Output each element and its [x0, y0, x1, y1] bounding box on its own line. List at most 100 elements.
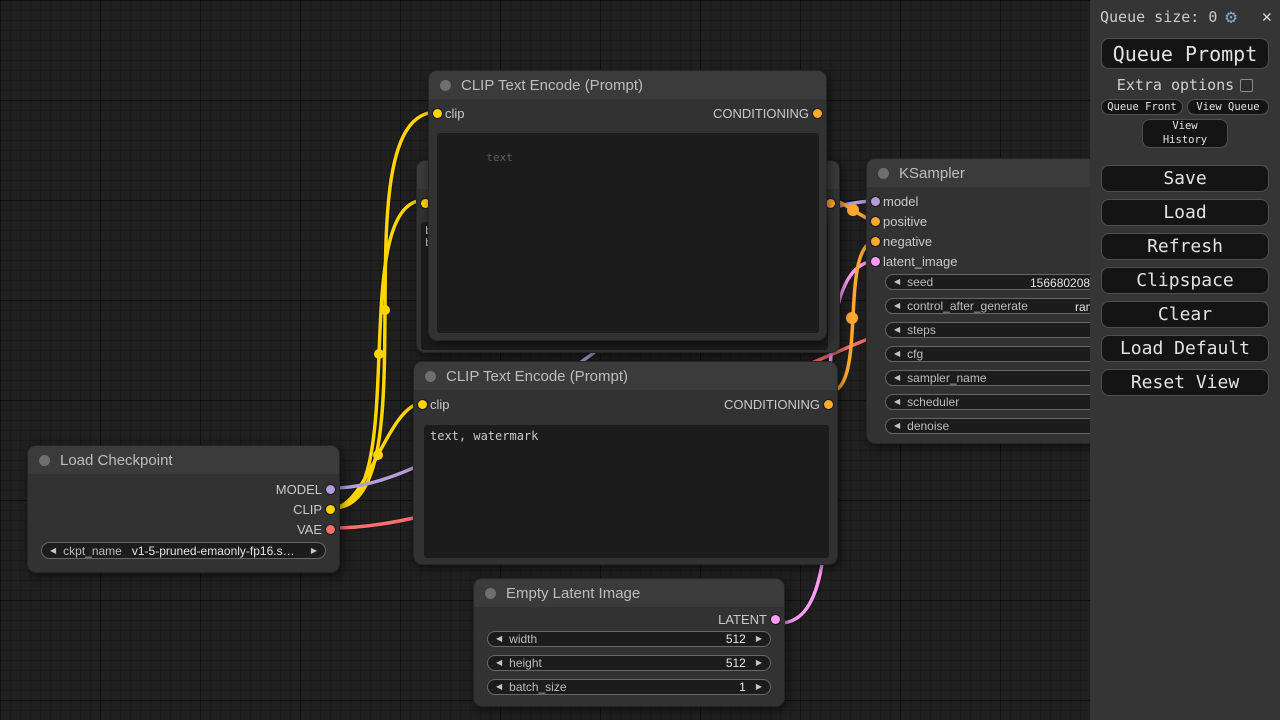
positive-input-port[interactable]	[871, 217, 880, 226]
queue-front-button[interactable]: Queue Front	[1101, 99, 1183, 115]
widget-value: 1566802087	[1030, 276, 1097, 290]
output-label: CONDITIONING	[724, 397, 820, 412]
latent-image-input-port[interactable]	[871, 257, 880, 266]
extra-options-checkbox[interactable]	[1240, 79, 1253, 92]
widget-value: v1-5-pruned-emaonly-fp16.s…	[132, 544, 295, 558]
widget-left-arrow-icon[interactable]: ◀	[496, 635, 502, 643]
input-label: clip	[445, 106, 465, 121]
output-label: MODEL	[276, 482, 322, 497]
wire-midpoint-dot[interactable]	[847, 204, 859, 216]
widget-left-arrow-icon[interactable]: ◀	[496, 659, 502, 667]
node-title: Empty Latent Image	[506, 585, 640, 602]
widget-value: 1	[739, 680, 746, 694]
input-label: model	[883, 194, 918, 209]
queue-prompt-button[interactable]: Queue Prompt	[1101, 38, 1269, 69]
node-title: Load Checkpoint	[60, 452, 173, 469]
clear-button[interactable]: Clear	[1101, 301, 1269, 328]
widget-left-arrow-icon[interactable]: ◀	[894, 302, 900, 310]
load-default-button[interactable]: Load Default	[1101, 335, 1269, 362]
widget-right-arrow-icon[interactable]: ▶	[756, 635, 762, 643]
output-label: VAE	[297, 522, 322, 537]
widget-name: scheduler	[907, 395, 959, 409]
save-button[interactable]: Save	[1101, 165, 1269, 192]
conditioning-output-port[interactable]	[824, 400, 833, 409]
model-output-port[interactable]	[326, 485, 335, 494]
reset-view-button[interactable]: Reset View	[1101, 369, 1269, 396]
close-icon[interactable]: ✕	[1262, 7, 1272, 27]
collapse-dot-icon[interactable]	[425, 371, 436, 382]
load-button[interactable]: Load	[1101, 199, 1269, 226]
height-widget[interactable]: ◀ height 512 ▶	[487, 655, 771, 671]
clipspace-button[interactable]: Clipspace	[1101, 267, 1269, 294]
widget-name: ckpt_name	[63, 544, 122, 558]
collapse-dot-icon[interactable]	[485, 588, 496, 599]
node-title-bar[interactable]: Empty Latent Image	[474, 579, 784, 607]
widget-name: height	[509, 656, 542, 670]
node-title-bar[interactable]: Load Checkpoint	[28, 446, 339, 474]
node-title-bar[interactable]: CLIP Text Encode (Prompt)	[429, 71, 826, 99]
widget-name: control_after_generate	[907, 299, 1028, 313]
widget-name: sampler_name	[907, 371, 986, 385]
queue-size-label: Queue size: 0	[1100, 8, 1217, 26]
clip-output-port[interactable]	[326, 505, 335, 514]
conditioning-output-port[interactable]	[813, 109, 822, 118]
model-input-port[interactable]	[871, 197, 880, 206]
refresh-button[interactable]: Refresh	[1101, 233, 1269, 260]
widget-name: steps	[907, 323, 936, 337]
node-title-bar[interactable]: CLIP Text Encode (Prompt)	[414, 362, 837, 390]
negative-input-port[interactable]	[871, 237, 880, 246]
wire-midpoint-dot[interactable]	[380, 305, 390, 315]
input-label: negative	[883, 234, 932, 249]
wire-midpoint-dot[interactable]	[373, 450, 383, 460]
node-load-checkpoint[interactable]: Load Checkpoint MODEL CLIP VAE ◀ ckpt_na…	[27, 445, 340, 573]
widget-name: cfg	[907, 347, 923, 361]
wire-midpoint-dot[interactable]	[374, 349, 384, 359]
widget-value: 512	[726, 656, 746, 670]
node-title: KSampler	[899, 165, 965, 182]
widget-right-arrow-icon[interactable]: ▶	[756, 683, 762, 691]
widget-left-arrow-icon[interactable]: ◀	[50, 547, 56, 555]
collapse-dot-icon[interactable]	[878, 168, 889, 179]
collapse-dot-icon[interactable]	[440, 80, 451, 91]
node-title: CLIP Text Encode (Prompt)	[461, 77, 643, 94]
widget-right-arrow-icon[interactable]: ▶	[311, 547, 317, 555]
batch-size-widget[interactable]: ◀ batch_size 1 ▶	[487, 679, 771, 695]
widget-left-arrow-icon[interactable]: ◀	[894, 374, 900, 382]
collapse-dot-icon[interactable]	[39, 455, 50, 466]
settings-gear-icon[interactable]: ⚙	[1225, 8, 1236, 27]
negative-prompt-textarea[interactable]: text, watermark	[424, 425, 829, 558]
input-label: latent_image	[883, 254, 957, 269]
widget-left-arrow-icon[interactable]: ◀	[894, 398, 900, 406]
node-empty-latent-image[interactable]: Empty Latent Image LATENT ◀ width 512 ▶ …	[473, 578, 785, 707]
output-label: LATENT	[718, 612, 767, 627]
prompt-textarea[interactable]: text	[437, 133, 819, 333]
widget-name: width	[509, 632, 537, 646]
clip-input-port[interactable]	[433, 109, 442, 118]
input-label: clip	[430, 397, 450, 412]
widget-left-arrow-icon[interactable]: ◀	[496, 683, 502, 691]
ckpt-name-widget[interactable]: ◀ ckpt_name v1-5-pruned-emaonly-fp16.s… …	[41, 542, 326, 559]
node-clip-text-encode-negative[interactable]: CLIP Text Encode (Prompt) clip CONDITION…	[413, 361, 838, 565]
latent-output-port[interactable]	[771, 615, 780, 624]
view-history-button[interactable]: View History	[1142, 119, 1228, 148]
width-widget[interactable]: ◀ width 512 ▶	[487, 631, 771, 647]
clip-input-port[interactable]	[418, 400, 427, 409]
widget-left-arrow-icon[interactable]: ◀	[894, 278, 900, 286]
node-graph-canvas[interactable]: CLIP Text Encode (Prompt) clip be bo CLI…	[0, 0, 1280, 720]
widget-right-arrow-icon[interactable]: ▶	[756, 659, 762, 667]
vae-output-port[interactable]	[326, 525, 335, 534]
widget-left-arrow-icon[interactable]: ◀	[894, 350, 900, 358]
widget-name: denoise	[907, 419, 949, 433]
wire-midpoint-dot[interactable]	[846, 312, 858, 324]
view-queue-button[interactable]: View Queue	[1187, 99, 1269, 115]
output-label: CLIP	[293, 502, 322, 517]
widget-name: batch_size	[509, 680, 566, 694]
extra-options-label: Extra options	[1117, 76, 1234, 94]
comfy-menu: Queue size: 0 ⚙ ✕ Queue Prompt Extra opt…	[1090, 0, 1280, 720]
widget-name: seed	[907, 275, 933, 289]
widget-left-arrow-icon[interactable]: ◀	[894, 422, 900, 430]
conditioning-output-port[interactable]	[826, 199, 835, 208]
input-label: positive	[883, 214, 927, 229]
node-clip-text-encode-top[interactable]: CLIP Text Encode (Prompt) clip CONDITION…	[428, 70, 827, 341]
widget-left-arrow-icon[interactable]: ◀	[894, 326, 900, 334]
